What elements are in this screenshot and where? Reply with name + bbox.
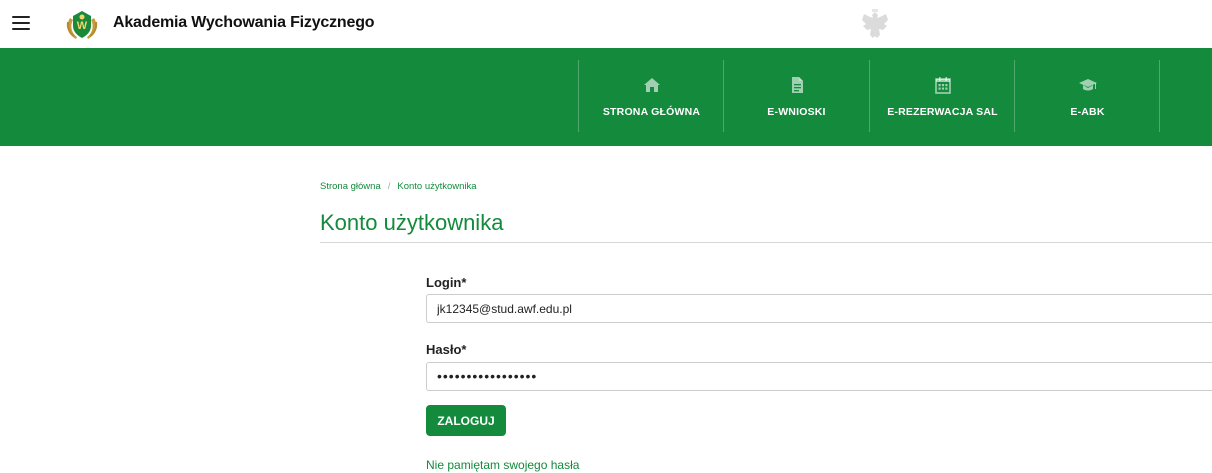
breadcrumb-current: Konto użytkownika [397, 181, 477, 192]
hamburger-menu-icon[interactable] [12, 16, 30, 32]
polish-eagle-emblem-icon [862, 9, 888, 38]
password-input[interactable]: ••••••••••••••••• [426, 362, 1212, 391]
password-label: Hasło* [426, 342, 467, 357]
brand-name: Akademia Wychowania Fizycznego [113, 14, 375, 31]
graduation-cap-icon [1078, 79, 1097, 91]
forgot-password-link[interactable]: Nie pamiętam swojego hasła [426, 458, 579, 472]
nav-item-label: E-WNIOSKI [767, 106, 826, 118]
main-navigation: STRONA GŁÓWNA E-WNIOSKI E-REZERWACJA SAL [0, 48, 1212, 146]
top-bar: W Akademia Wychowania Fizycznego [0, 0, 1212, 48]
nav-item-label: E-ABK [1070, 106, 1105, 118]
nav-item-label: STRONA GŁÓWNA [602, 106, 701, 118]
awf-logo-icon: W [66, 11, 98, 39]
nav-item-home[interactable]: STRONA GŁÓWNA [578, 60, 724, 132]
nav-item-e-rezerwacja-sal[interactable]: E-REZERWACJA SAL [869, 60, 1015, 132]
page-title: Konto użytkownika [320, 210, 504, 235]
svg-text:W: W [77, 20, 88, 32]
login-label: Login* [426, 275, 467, 290]
nav-item-label: E-REZERWACJA SAL [887, 106, 998, 118]
nav-divider [1159, 60, 1160, 132]
title-divider [320, 242, 1212, 243]
login-input[interactable] [426, 294, 1212, 323]
document-icon [791, 77, 803, 93]
breadcrumb-separator: / [387, 181, 391, 192]
nav-item-e-wnioski[interactable]: E-WNIOSKI [723, 60, 869, 132]
breadcrumb: Strona główna / Konto użytkownika [320, 181, 477, 192]
home-icon [643, 78, 660, 92]
nav-item-e-abk[interactable]: E-ABK [1014, 60, 1160, 132]
calendar-icon [934, 77, 951, 94]
breadcrumb-home-link[interactable]: Strona główna [320, 181, 381, 192]
login-button[interactable]: ZALOGUJ [426, 405, 506, 436]
